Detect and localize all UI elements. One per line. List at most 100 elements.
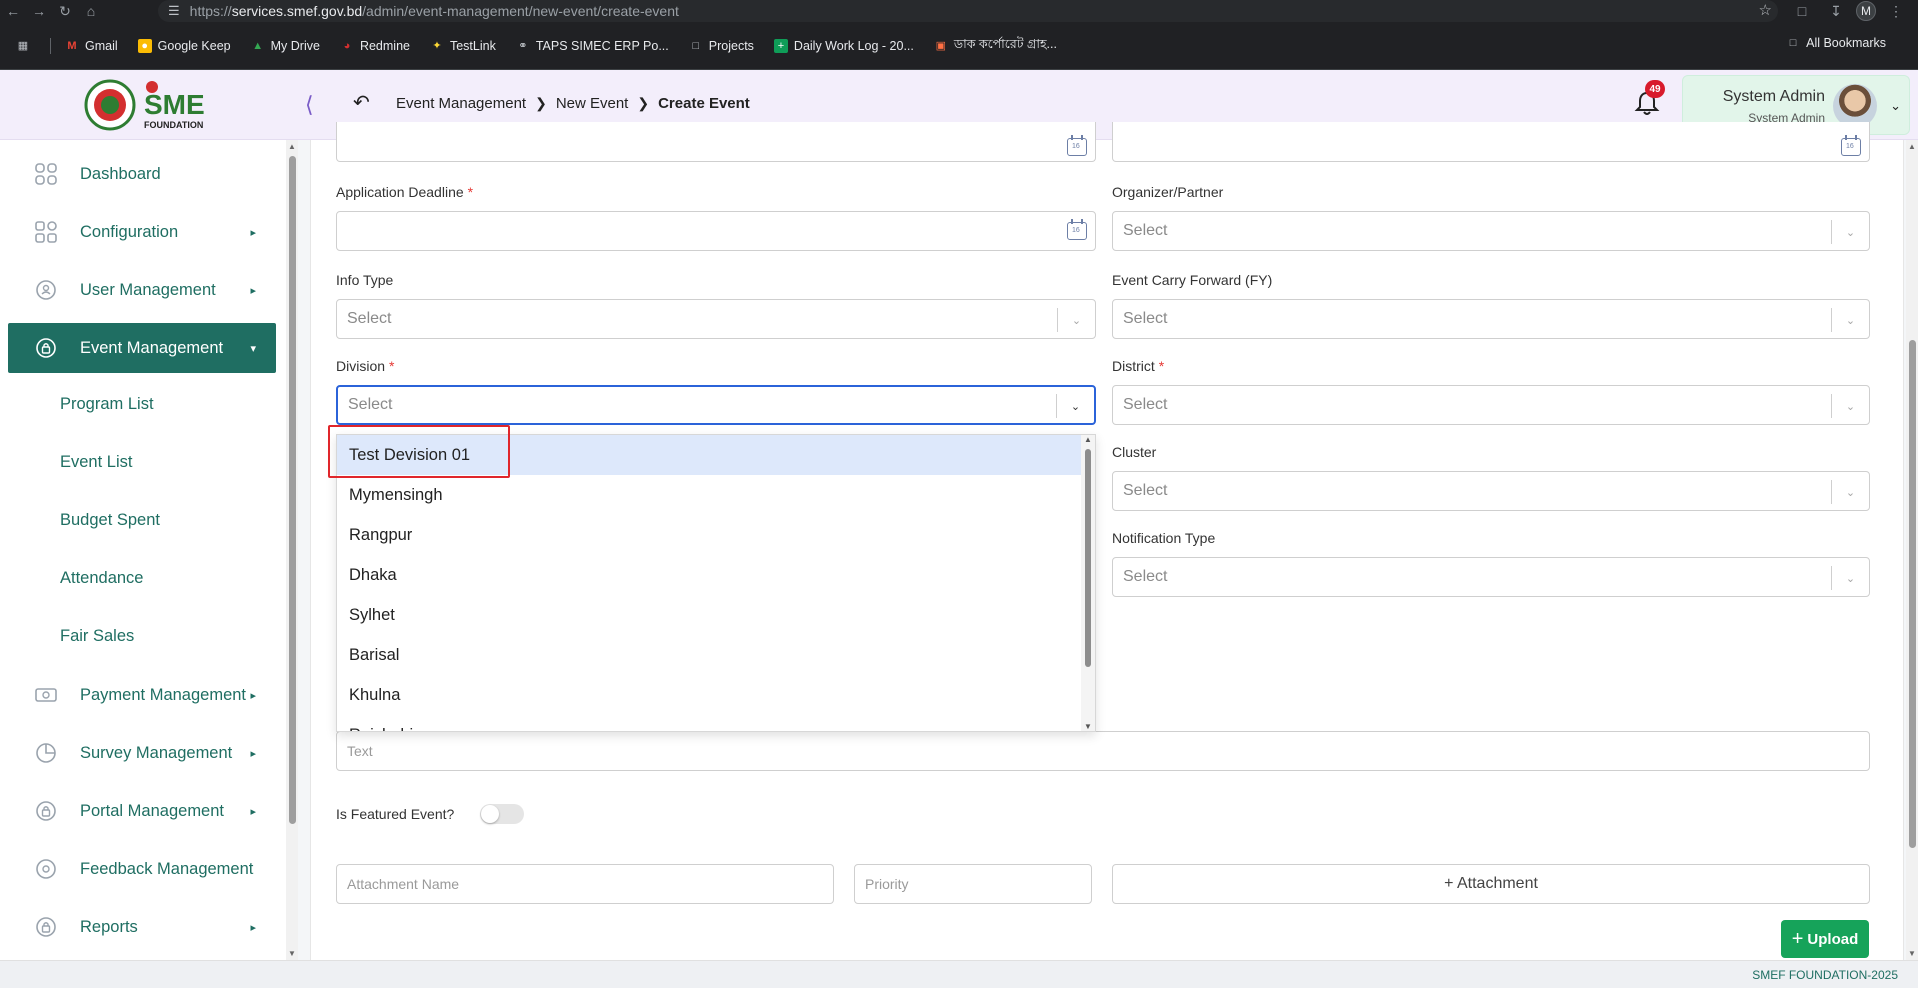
calendar-icon[interactable]: 16	[1841, 135, 1861, 156]
extensions-icon[interactable]: □	[1788, 0, 1816, 22]
all-bookmarks[interactable]: □ All Bookmarks	[1786, 36, 1886, 50]
back-arrow-icon[interactable]: ←	[0, 0, 26, 22]
upload-button[interactable]: + Upload	[1781, 920, 1869, 958]
sidebar-subitem-event-list[interactable]: Event List	[60, 453, 132, 472]
sidebar-item-feedback-management[interactable]: Feedback Management	[8, 845, 276, 893]
dropdown-scroll-thumb[interactable]	[1085, 449, 1091, 667]
chevron-down-icon[interactable]: ⌄	[1831, 480, 1869, 504]
notification-type-select[interactable]: Select ⌄	[1112, 557, 1870, 597]
toggle-knob	[481, 805, 499, 823]
calendar-icon[interactable]: 16	[1067, 219, 1087, 240]
division-option-mymensingh[interactable]: Mymensingh	[337, 475, 1081, 515]
sidebar-item-survey-management[interactable]: Survey Management ▸	[8, 729, 276, 777]
bookmark-taps[interactable]: ⚭ TAPS SIMEC ERP Po...	[516, 39, 669, 53]
sidebar-item-reports[interactable]: Reports ▸	[8, 903, 276, 951]
sidebar-subitem-attendance[interactable]: Attendance	[60, 569, 143, 588]
sidebar-item-event-management[interactable]: Event Management ▾	[8, 323, 276, 373]
priority-input[interactable]: Priority	[854, 864, 1092, 904]
scroll-down-icon[interactable]: ▼	[1908, 949, 1916, 958]
division-option-dhaka[interactable]: Dhaka	[337, 555, 1081, 595]
bookmark-my-drive[interactable]: ▲ My Drive	[251, 39, 320, 53]
chevron-down-icon[interactable]: ⌄	[1831, 220, 1869, 244]
site-info-icon[interactable]: ☰	[168, 3, 180, 19]
carry-forward-label: Event Carry Forward (FY)	[1112, 272, 1273, 288]
sidebar-subitem-fair-sales[interactable]: Fair Sales	[60, 627, 134, 646]
division-select[interactable]: Select ⌄	[336, 385, 1096, 425]
end-date-field[interactable]: 16	[1112, 122, 1870, 162]
breadcrumb-event-management[interactable]: Event Management	[396, 95, 526, 112]
division-option-khulna[interactable]: Khulna	[337, 675, 1081, 715]
main-scroll-thumb[interactable]	[1909, 340, 1916, 848]
division-option-barisal[interactable]: Barisal	[337, 635, 1081, 675]
application-deadline-field[interactable]: 16	[336, 211, 1096, 251]
breadcrumb-new-event[interactable]: New Event	[556, 95, 629, 112]
download-icon[interactable]: ↧	[1822, 0, 1850, 22]
calendar-icon[interactable]: 16	[1067, 135, 1087, 156]
dropdown-scrollbar[interactable]: ▲ ▼	[1081, 435, 1095, 731]
pie-chart-icon	[32, 739, 60, 767]
sidebar-subitem-budget-spent[interactable]: Budget Spent	[60, 511, 160, 530]
sidebar: Dashboard Configuration ▸ User Managemen…	[0, 140, 288, 960]
menu-dots-icon[interactable]: ⋮	[1882, 0, 1910, 22]
division-dropdown-menu: Test Devision 01 Mymensingh Rangpur Dhak…	[336, 434, 1096, 732]
reload-icon[interactable]: ↻	[52, 0, 78, 22]
sidebar-item-label: Portal Management	[80, 801, 224, 820]
sidebar-subitem-program-list[interactable]: Program List	[60, 395, 154, 414]
bookmark-projects[interactable]: □ Projects	[689, 39, 753, 53]
division-option-sylhet[interactable]: Sylhet	[337, 595, 1081, 635]
sidebar-item-dashboard[interactable]: Dashboard	[8, 150, 276, 198]
scroll-up-icon[interactable]: ▲	[288, 142, 296, 151]
collapse-sidebar-icon[interactable]: ⟨	[305, 92, 314, 118]
bookmark-testlink[interactable]: ✦ TestLink	[430, 39, 495, 53]
info-type-select[interactable]: Select ⌄	[336, 299, 1096, 339]
chevron-down-icon[interactable]: ⌄	[1831, 566, 1869, 590]
carry-forward-select[interactable]: Select ⌄	[1112, 299, 1870, 339]
sidebar-scrollbar[interactable]: ▲ ▼	[286, 140, 298, 960]
chevron-right-icon: ▸	[250, 747, 256, 760]
chevron-right-icon: ❯	[535, 95, 547, 111]
bookmark-star-icon[interactable]: ☆	[1759, 1, 1772, 19]
sidebar-scroll-thumb[interactable]	[289, 156, 296, 824]
attachment-name-input[interactable]: Attachment Name	[336, 864, 834, 904]
sidebar-item-portal-management[interactable]: Portal Management ▸	[8, 787, 276, 835]
featured-toggle[interactable]	[480, 804, 524, 824]
chevron-right-icon: ▸	[250, 226, 256, 239]
bookmark-google-keep[interactable]: ● Google Keep	[137, 38, 231, 53]
home-icon[interactable]: ⌂	[78, 0, 104, 22]
profile-avatar[interactable]: M	[1856, 1, 1876, 21]
chevron-down-icon[interactable]: ⌄	[1831, 394, 1869, 418]
district-select[interactable]: Select ⌄	[1112, 385, 1870, 425]
scroll-up-icon[interactable]: ▲	[1908, 142, 1916, 151]
chevron-down-icon: ▾	[250, 342, 256, 355]
forward-arrow-icon[interactable]: →	[26, 0, 52, 22]
apps-grid-icon[interactable]: ▦	[16, 39, 30, 53]
text-input[interactable]: Text	[336, 731, 1870, 771]
chevron-down-icon[interactable]: ⌄	[1890, 98, 1901, 114]
address-bar[interactable]: ☰ https://services.smef.gov.bd/admin/eve…	[158, 0, 1778, 22]
division-label: Division *	[336, 358, 395, 374]
sidebar-item-user-management[interactable]: User Management ▸	[8, 266, 276, 314]
chevron-down-icon[interactable]: ⌄	[1056, 394, 1094, 418]
chevron-down-icon[interactable]: ⌄	[1831, 308, 1869, 332]
division-option-rangpur[interactable]: Rangpur	[337, 515, 1081, 555]
bookmark-redmine[interactable]: ◕ Redmine	[340, 39, 410, 53]
sidebar-item-payment-management[interactable]: Payment Management ▸	[8, 671, 276, 719]
scroll-down-icon[interactable]: ▼	[1084, 722, 1092, 731]
feedback-icon	[32, 855, 60, 883]
chevron-down-icon[interactable]: ⌄	[1057, 308, 1095, 332]
add-attachment-button[interactable]: + Attachment	[1112, 864, 1870, 904]
sidebar-item-configuration[interactable]: Configuration ▸	[8, 208, 276, 256]
start-date-field[interactable]: 16	[336, 122, 1096, 162]
bookmark-dak[interactable]: ▣ ডাক কর্পোরেট গ্রাহ...	[934, 36, 1057, 56]
organizer-select[interactable]: Select ⌄	[1112, 211, 1870, 251]
bookmark-daily-log[interactable]: + Daily Work Log - 20...	[773, 38, 914, 53]
bookmarks-bar: ▦ M Gmail ● Google Keep ▲ My Drive ◕ Redmine…	[0, 22, 1918, 70]
division-option-rajshahi[interactable]: Rajshahi	[337, 715, 1081, 732]
back-undo-icon[interactable]: ↶	[353, 90, 370, 115]
bookmark-gmail[interactable]: M Gmail	[65, 39, 117, 53]
scroll-down-icon[interactable]: ▼	[288, 949, 296, 958]
main-scrollbar[interactable]: ▲ ▼	[1906, 140, 1918, 960]
scroll-up-icon[interactable]: ▲	[1084, 435, 1092, 444]
user-name: System Admin	[1722, 88, 1825, 105]
cluster-select[interactable]: Select ⌄	[1112, 471, 1870, 511]
